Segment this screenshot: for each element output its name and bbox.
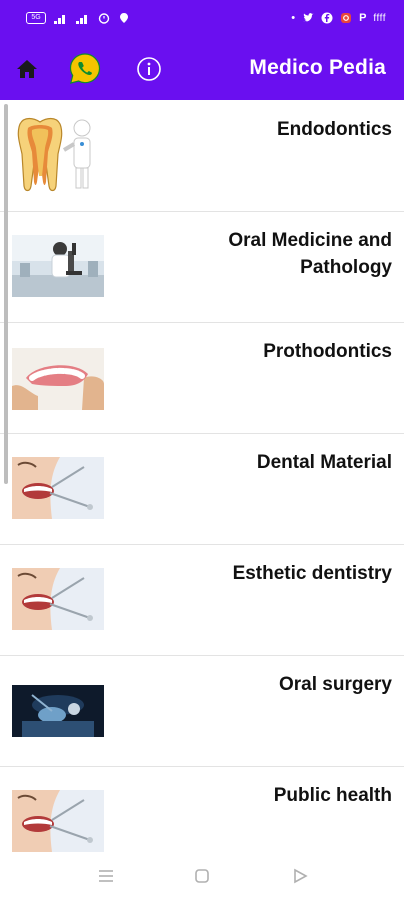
info-button[interactable] [136, 56, 162, 82]
status-letter: P [359, 12, 367, 24]
scrollbar[interactable] [4, 104, 8, 484]
list-item-prothodontics[interactable]: Prothodontics [0, 322, 404, 434]
list-item-oral-medicine[interactable]: Oral Medicine and Pathology [0, 211, 404, 323]
smile-dental-check-thumbnail [12, 457, 104, 519]
home-square-icon[interactable] [192, 866, 212, 886]
signal-icon [76, 14, 87, 24]
topic-list[interactable]: Endodontics Oral Medicine and Pathology [0, 100, 404, 852]
home-icon [17, 60, 37, 78]
list-item-label: Dental Material [256, 452, 392, 473]
list-item-label: Endodontics [276, 119, 392, 140]
whatsapp-button[interactable] [68, 52, 102, 86]
network-badge: 5G [26, 12, 46, 24]
list-item-label: Oral surgery [279, 674, 392, 695]
location-icon [120, 13, 128, 23]
list-item-label: Prothodontics [263, 341, 392, 362]
info-icon [137, 57, 161, 81]
dot-icon: • [291, 12, 296, 24]
facebook-icon [321, 12, 333, 24]
smile-dental-check-thumbnail [12, 790, 104, 852]
surgery-thumbnail [12, 685, 104, 737]
list-item-dental-material[interactable]: Dental Material [0, 433, 404, 545]
denture-thumbnail [12, 348, 104, 410]
lab-microscope-thumbnail [12, 235, 104, 297]
status-time: ffff [373, 12, 386, 24]
app-title: Medico Pedia [249, 56, 386, 79]
list-item-label: Public health [273, 785, 392, 806]
menu-icon[interactable] [96, 866, 116, 886]
twitter-icon [303, 13, 314, 22]
list-item-oral-surgery[interactable]: Oral surgery [0, 655, 404, 767]
status-left: 5G [26, 12, 130, 24]
signal-icon [54, 14, 65, 24]
smile-dental-check-thumbnail [12, 568, 104, 630]
list-item-esthetic-dentistry[interactable]: Esthetic dentistry [0, 544, 404, 656]
instagram-icon [341, 13, 352, 23]
list-item-label: Esthetic dentistry [232, 563, 392, 584]
status-bar: 5G • P ffff [0, 0, 404, 36]
status-right: • P ffff [291, 12, 386, 24]
list-item-label: Oral Medicine and Pathology [228, 230, 392, 278]
tooth-doctor-thumbnail [12, 114, 104, 196]
list-item-endodontics[interactable]: Endodontics [0, 100, 404, 212]
back-triangle-icon[interactable] [290, 866, 310, 886]
list-item-public-health[interactable]: Public health [0, 766, 404, 852]
whatsapp-icon [69, 53, 101, 84]
system-nav-bar [0, 852, 404, 900]
alarm-icon [98, 13, 110, 24]
home-button[interactable] [14, 56, 40, 82]
app-bar: Medico Pedia [0, 36, 404, 100]
